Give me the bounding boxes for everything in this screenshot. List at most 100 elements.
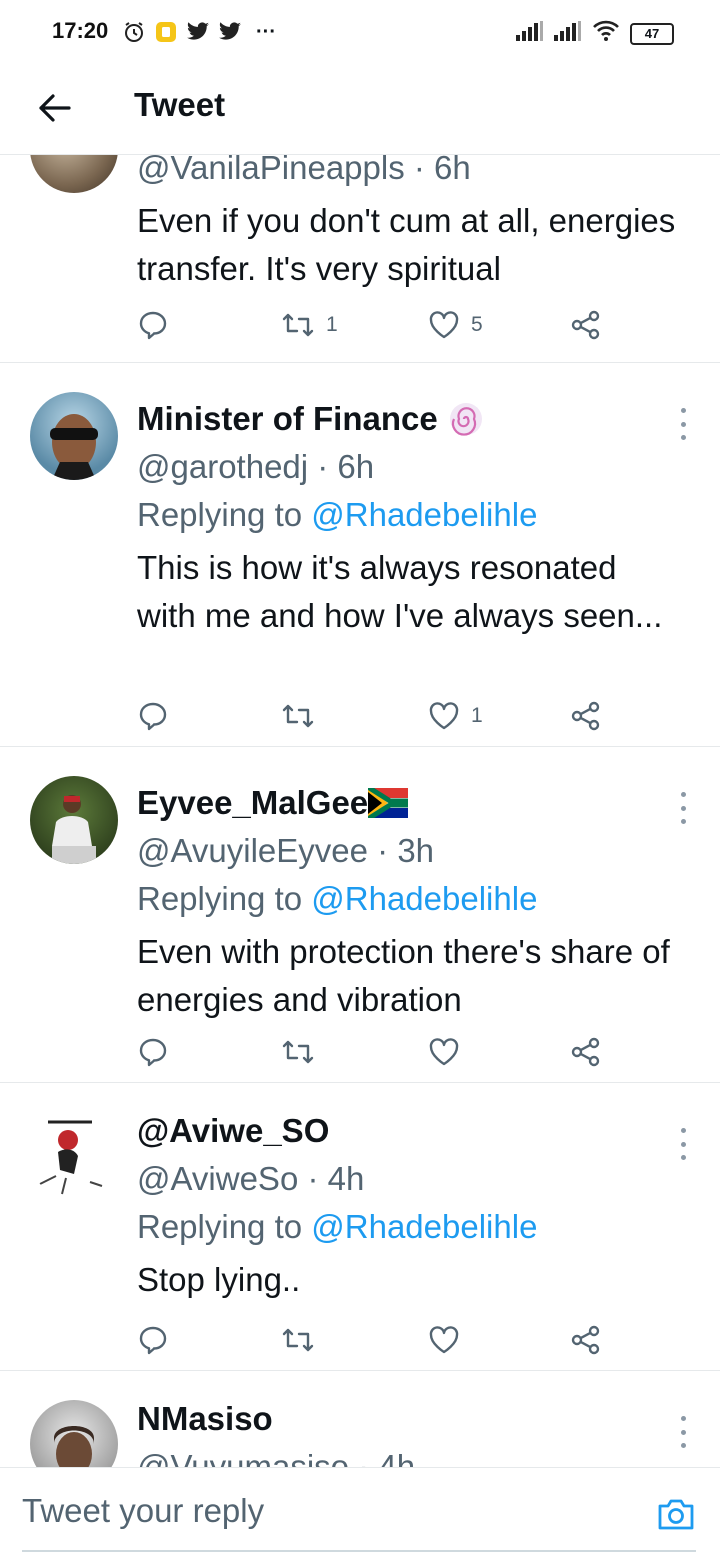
more-options-icon[interactable] — [676, 1128, 690, 1160]
wifi-icon — [592, 20, 620, 47]
share-button[interactable] — [569, 305, 603, 345]
mention-link[interactable]: @Rhadebelihle — [311, 880, 537, 917]
spiral-emoji-icon — [449, 403, 482, 436]
share-button[interactable] — [569, 1320, 603, 1360]
like-count: 5 — [471, 313, 483, 336]
more-options-icon[interactable] — [676, 1416, 690, 1448]
tweet-text: This is how it's always resonated with m… — [137, 549, 663, 634]
avatar[interactable] — [30, 392, 118, 480]
reply-button[interactable] — [137, 696, 169, 736]
tweet-actions — [137, 1320, 607, 1360]
more-options-icon[interactable] — [676, 792, 690, 824]
twitter-bird-icon-2 — [218, 20, 242, 44]
battery-icon: 47 — [630, 22, 674, 45]
retweet-icon — [282, 1040, 314, 1064]
tweet-actions: 1 5 — [137, 305, 607, 345]
reply-thread[interactable]: @VanilaPineappls · 6h Even if you don't … — [0, 155, 720, 1467]
tweet-handle[interactable]: @AvuyileEyvee · 3h — [137, 832, 434, 870]
app-notification-icon — [154, 20, 178, 44]
tweet-handle[interactable]: @garothedj · 6h — [137, 448, 374, 486]
reply-icon — [139, 311, 167, 340]
share-button[interactable] — [569, 696, 603, 736]
avatar[interactable] — [30, 1112, 118, 1200]
status-bar: 17:20 ··· 47 — [0, 0, 720, 64]
tweet-author[interactable]: NMasiso — [137, 1400, 273, 1438]
tweet-author[interactable]: Minister of Finance — [137, 400, 484, 438]
share-icon — [571, 701, 600, 731]
retweet-icon — [282, 1328, 314, 1352]
reply-button[interactable] — [137, 1032, 169, 1072]
retweet-icon — [282, 313, 314, 337]
page-title: Tweet — [134, 86, 226, 123]
status-notification-icons: ··· — [122, 18, 276, 46]
share-icon — [571, 1037, 600, 1067]
tweet-handle[interactable]: @AviweSo · 4h — [137, 1160, 364, 1198]
reply-icon — [139, 1038, 167, 1067]
share-button[interactable] — [569, 1032, 603, 1072]
arrow-left-icon — [39, 94, 71, 122]
tweet-handle[interactable]: @Vuyumasiso · 4h — [137, 1448, 415, 1467]
camera-icon — [658, 1499, 694, 1530]
tweet-handle[interactable]: @VanilaPineappls · 6h — [137, 155, 471, 187]
share-icon — [571, 310, 600, 340]
back-button[interactable] — [30, 84, 78, 132]
retweet-button[interactable]: 1 — [280, 305, 338, 345]
heart-icon — [429, 311, 459, 339]
mention-link[interactable]: @Rhadebelihle — [311, 1208, 537, 1245]
avatar[interactable] — [30, 1400, 118, 1467]
tweet-reply[interactable]: @VanilaPineappls · 6h Even if you don't … — [0, 155, 720, 363]
signal-icon-2 — [554, 21, 582, 46]
replying-prefix: Replying to — [137, 880, 312, 917]
tweet-author[interactable]: @Aviwe_SO — [137, 1112, 329, 1150]
replying-prefix: Replying to — [137, 496, 312, 533]
status-system-icons: 47 — [516, 20, 674, 47]
author-name: @Aviwe_SO — [137, 1112, 330, 1149]
reply-input[interactable] — [22, 1492, 622, 1530]
replying-prefix: Replying to — [137, 1208, 312, 1245]
retweet-button[interactable] — [280, 1032, 326, 1072]
retweet-button[interactable] — [280, 696, 326, 736]
heart-icon — [429, 702, 459, 730]
signal-icon — [516, 21, 544, 46]
like-button[interactable]: 5 — [427, 305, 483, 345]
tweet-text: Even if you don't cum at all, energies t… — [137, 202, 676, 287]
reply-button[interactable] — [137, 1320, 169, 1360]
share-icon — [571, 1325, 600, 1355]
input-underline — [22, 1550, 696, 1552]
south-africa-flag-icon — [368, 788, 409, 818]
like-button[interactable]: 1 — [427, 696, 483, 736]
mention-link[interactable]: @Rhadebelihle — [311, 496, 537, 533]
author-name: Minister of Finance — [137, 400, 438, 437]
author-name: NMasiso — [137, 1400, 273, 1437]
like-button[interactable] — [427, 1032, 471, 1072]
reply-button[interactable] — [137, 305, 169, 345]
more-options-icon[interactable] — [676, 408, 690, 440]
tweet-actions: 1 — [137, 696, 607, 736]
retweet-button[interactable] — [280, 1320, 326, 1360]
tweet-text: Stop lying.. — [137, 1261, 301, 1298]
camera-button[interactable] — [656, 1496, 696, 1536]
avatar[interactable] — [30, 155, 118, 193]
tweet-reply[interactable]: @Aviwe_SO @AviweSo · 4h Replying to @Rha… — [0, 1082, 720, 1371]
reply-icon — [139, 1326, 167, 1355]
replying-to: Replying to @Rhadebelihle — [137, 880, 537, 918]
tweet-text: Even with protection there's share of en… — [137, 933, 670, 1018]
replying-to: Replying to @Rhadebelihle — [137, 1208, 537, 1246]
alarm-icon — [122, 20, 146, 44]
reply-composer — [0, 1467, 720, 1561]
tweet-reply[interactable]: Minister of Finance @garothedj · 6h Repl… — [0, 362, 720, 747]
heart-icon — [429, 1326, 459, 1354]
retweet-count: 1 — [326, 313, 338, 336]
heart-icon — [429, 1038, 459, 1066]
status-time: 17:20 — [52, 18, 109, 43]
more-notifications-icon: ··· — [256, 20, 276, 43]
tweet-author[interactable]: Eyvee_MalGee — [137, 784, 409, 822]
app-header: Tweet — [0, 64, 720, 155]
tweet-reply[interactable]: Eyvee_MalGee @AvuyileEyvee · 3h Replying… — [0, 746, 720, 1083]
avatar[interactable] — [30, 776, 118, 864]
twitter-bird-icon — [186, 20, 210, 44]
like-button[interactable] — [427, 1320, 471, 1360]
replying-to: Replying to @Rhadebelihle — [137, 496, 537, 534]
tweet-actions — [137, 1032, 607, 1072]
tweet-reply[interactable]: NMasiso @Vuyumasiso · 4h — [0, 1370, 720, 1467]
